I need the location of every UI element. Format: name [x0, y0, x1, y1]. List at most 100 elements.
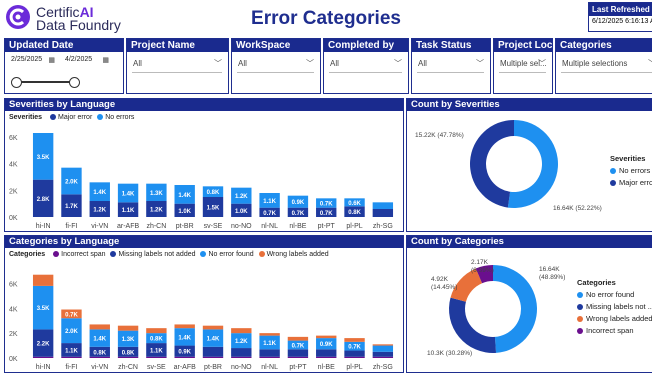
- x-tick-label: sv-SE: [204, 223, 223, 230]
- task-status-dropdown[interactable]: All ﹀: [417, 55, 484, 73]
- donut-slice[interactable]: [493, 265, 537, 353]
- bar-segment[interactable]: [231, 328, 252, 334]
- data-label: 1.2K: [235, 194, 248, 200]
- calendar-icon[interactable]: ▦: [102, 56, 109, 64]
- slicer-title: Project Name: [127, 39, 228, 52]
- date-range: 2/25/2025 ▦ 4/2/2025 ▦: [11, 56, 109, 68]
- bar-segment[interactable]: [287, 336, 309, 341]
- data-label: 0.9K: [292, 200, 305, 206]
- legend-item[interactable]: Wrong labels added: [577, 314, 652, 323]
- legend-swatch: [258, 251, 265, 257]
- slice-label: 15.22K (47.78%): [415, 132, 464, 139]
- bar-segment[interactable]: [61, 356, 82, 358]
- bar-segment[interactable]: [372, 344, 394, 346]
- panel-title: Severities by Language: [5, 99, 403, 111]
- legend-item[interactable]: No errors: [105, 114, 134, 121]
- bar-segment[interactable]: [344, 350, 365, 357]
- y-tick-label: 6K: [9, 281, 18, 288]
- bar-segment[interactable]: [316, 356, 337, 358]
- project-locale-dropdown[interactable]: Multiple sel... ﹀: [499, 55, 547, 73]
- bar-segment[interactable]: [316, 349, 337, 357]
- bar-segment[interactable]: [372, 351, 394, 357]
- end-date-input[interactable]: 4/2/2025 ▦: [65, 56, 109, 68]
- data-label: 0.8K: [93, 350, 106, 356]
- bar-segment[interactable]: [287, 356, 309, 358]
- bar-segment[interactable]: [372, 356, 394, 358]
- x-tick-label: nl-BE: [289, 223, 306, 230]
- y-tick-label: 2K: [9, 188, 18, 195]
- bar-segment[interactable]: [117, 356, 139, 358]
- legend-swatch: [97, 114, 104, 120]
- legend-item[interactable]: No error found: [208, 251, 253, 258]
- legend-item[interactable]: Major error: [610, 178, 652, 187]
- project-name-dropdown[interactable]: All ﹀: [132, 55, 222, 73]
- donut-slice[interactable]: [469, 120, 514, 208]
- calendar-icon[interactable]: ▦: [48, 56, 55, 64]
- chart-legend: Severities Major error No errors: [9, 114, 134, 121]
- donut-slice[interactable]: [507, 120, 558, 208]
- legend-title: Categories: [577, 278, 616, 287]
- legend-item[interactable]: Wrong labels added: [267, 251, 329, 258]
- bar-segment[interactable]: [344, 338, 365, 342]
- x-tick-label: sv-SE: [147, 364, 166, 371]
- bar-segment[interactable]: [344, 356, 365, 358]
- bar-segment[interactable]: [89, 324, 110, 330]
- bar-segment[interactable]: [372, 202, 394, 209]
- bar-segment[interactable]: [316, 335, 337, 339]
- legend-item[interactable]: Major error: [58, 114, 92, 121]
- x-tick-label: ar-AFB: [174, 364, 197, 371]
- start-date-input[interactable]: 2/25/2025 ▦: [11, 56, 55, 68]
- bar-segment[interactable]: [146, 356, 167, 358]
- bar-segment[interactable]: [202, 356, 224, 358]
- bar-segment[interactable]: [32, 356, 54, 358]
- data-label: 2.8K: [37, 197, 50, 203]
- slice-label: 2.17K: [471, 259, 489, 266]
- bar-segment[interactable]: [174, 324, 195, 329]
- legend-item[interactable]: Missing labels not added: [118, 251, 195, 258]
- x-tick-label: pt-BR: [204, 364, 222, 371]
- bar-segment[interactable]: [287, 349, 309, 357]
- bar-segment[interactable]: [231, 348, 252, 357]
- bar-segment[interactable]: [174, 356, 195, 358]
- bar-segment[interactable]: [259, 356, 280, 358]
- slice-label: (48.89%): [539, 274, 565, 281]
- legend-item[interactable]: Missing labels not ...: [577, 302, 652, 311]
- data-label: 0.7K: [292, 211, 305, 217]
- slider-end-handle[interactable]: [69, 77, 80, 88]
- donut-slice[interactable]: [449, 297, 497, 353]
- date-range-slider[interactable]: [11, 77, 80, 88]
- bar-segment[interactable]: [231, 356, 252, 358]
- donut-legend: Severities No errors Major error: [610, 154, 652, 190]
- bar-segment[interactable]: [32, 274, 54, 286]
- workspace-dropdown[interactable]: All ﹀: [237, 55, 314, 73]
- slice-label: 16.64K: [539, 266, 560, 273]
- categories-dropdown[interactable]: Multiple selections﹀: [561, 55, 652, 73]
- legend-item[interactable]: No error found: [577, 290, 652, 299]
- legend-item[interactable]: Incorrect span: [61, 251, 105, 258]
- legend-title: Categories: [9, 251, 46, 258]
- bar-segment[interactable]: [202, 346, 224, 357]
- x-tick-label: pl-PL: [346, 364, 362, 371]
- bar-segment[interactable]: [372, 209, 394, 217]
- bar-segment[interactable]: [202, 325, 224, 330]
- data-label: 1.1K: [65, 348, 78, 354]
- bar-segment[interactable]: [259, 333, 280, 336]
- legend-item[interactable]: No errors: [610, 166, 652, 175]
- slicer-title: Categories: [556, 39, 652, 52]
- slider-start-handle[interactable]: [11, 77, 22, 88]
- legend-swatch: [577, 316, 583, 322]
- bar-segment[interactable]: [259, 349, 280, 357]
- bar-segment[interactable]: [89, 356, 110, 358]
- data-label: 0.7K: [65, 312, 78, 318]
- legend-item[interactable]: Incorrect span: [577, 326, 652, 335]
- x-tick-label: nl-NL: [261, 364, 278, 371]
- y-tick-label: 4K: [9, 162, 18, 169]
- bar-segment[interactable]: [117, 325, 139, 331]
- bar-segment[interactable]: [146, 328, 167, 334]
- legend-swatch: [610, 168, 616, 174]
- x-tick-label: nl-NL: [261, 223, 278, 230]
- bar-segment[interactable]: [372, 345, 394, 352]
- completed-by-dropdown[interactable]: All ﹀: [329, 55, 402, 73]
- data-label: 1.5K: [207, 206, 220, 212]
- x-tick-label: ar-AFB: [117, 223, 140, 230]
